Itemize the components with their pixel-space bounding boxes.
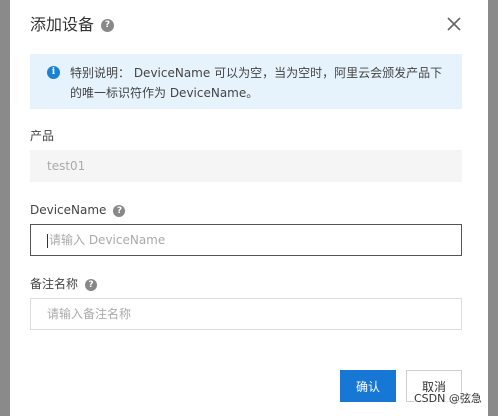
remark-placeholder: 请输入备注名称 xyxy=(47,307,132,321)
notice-banner: i 特别说明： DeviceName 可以为空，当为空时，阿里云会颁发产品下的唯… xyxy=(30,54,462,109)
remark-label-text: 备注名称 xyxy=(30,277,79,291)
device-name-label: DeviceName? xyxy=(30,202,126,218)
question-circle-icon[interactable]: ? xyxy=(101,19,114,32)
remark-label: 备注名称? xyxy=(30,276,98,292)
product-field: test01 xyxy=(30,150,462,182)
notice-text: 特别说明： DeviceName 可以为空，当为空时，阿里云会颁发产品下的唯一标… xyxy=(70,66,443,100)
text-caret xyxy=(47,233,48,248)
info-circle-icon: i xyxy=(47,66,60,79)
confirm-button[interactable]: 确认 xyxy=(340,370,396,402)
device-name-placeholder: 请输入 DeviceName xyxy=(49,233,166,247)
device-name-input[interactable]: 请输入 DeviceName xyxy=(30,224,462,256)
watermark: CSDN @弦急 xyxy=(414,392,482,406)
product-label: 产品 xyxy=(30,128,54,144)
close-icon[interactable] xyxy=(444,14,464,34)
product-label-text: 产品 xyxy=(30,129,55,143)
remark-input[interactable]: 请输入备注名称 xyxy=(30,298,462,330)
question-circle-icon[interactable]: ? xyxy=(113,204,126,217)
device-name-label-text: DeviceName xyxy=(30,203,107,217)
add-device-dialog: 添加设备 ? i 特别说明： DeviceName 可以为空，当为空时，阿里云会… xyxy=(10,0,488,416)
dialog-title: 添加设备 xyxy=(30,15,95,34)
question-circle-icon[interactable]: ? xyxy=(85,278,98,291)
